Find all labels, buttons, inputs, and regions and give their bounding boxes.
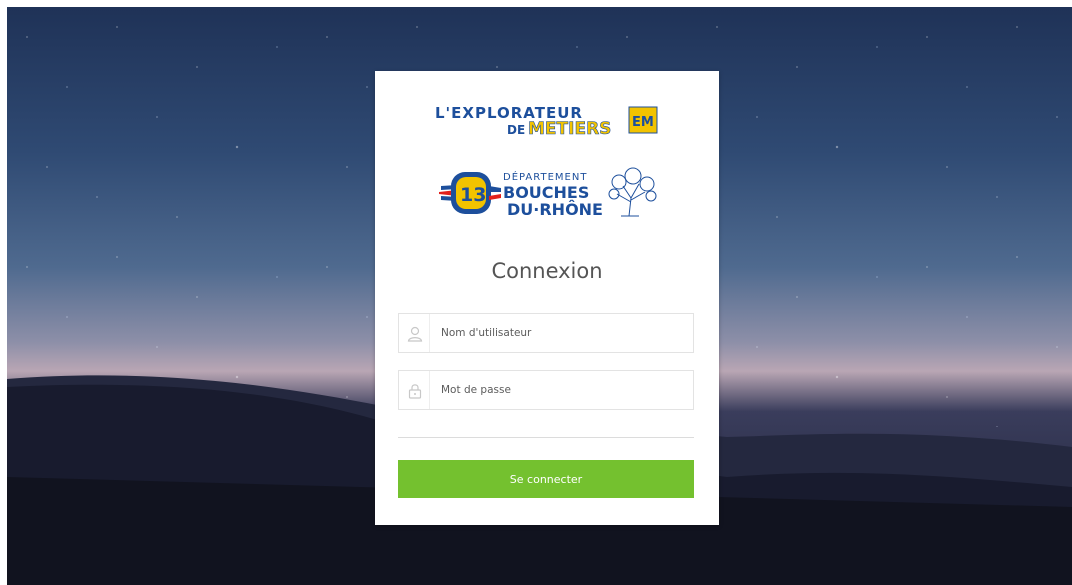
page-title: Connexion	[491, 259, 603, 283]
field-separator	[429, 314, 430, 352]
user-icon	[407, 326, 423, 342]
lock-icon	[408, 384, 422, 399]
field-separator	[429, 371, 430, 409]
logo-line2-prefix: DE	[507, 123, 525, 137]
password-field[interactable]	[398, 370, 694, 410]
department-number: 13	[460, 184, 486, 206]
username-input[interactable]	[441, 323, 681, 343]
login-card: L'EXPLORATEUR DE METIERS EM 13 DÉPARTEME…	[375, 71, 719, 525]
bouches-du-rhone-logo: 13 DÉPARTEMENT BOUCHES DU·RHÔNE	[439, 167, 657, 219]
logo-line2: METIERS	[528, 119, 611, 137]
password-input[interactable]	[441, 380, 681, 400]
logo-badge-text: EM	[632, 115, 654, 130]
login-button[interactable]: Se connecter	[398, 460, 694, 498]
olive-tree-icon	[608, 167, 657, 217]
username-field[interactable]	[398, 313, 694, 353]
department-label: DÉPARTEMENT	[503, 170, 587, 183]
form-divider	[398, 437, 694, 438]
department-name-line2: DU·RHÔNE	[507, 200, 603, 219]
department-13-emblem: 13	[439, 172, 501, 214]
explorateur-metiers-logo: L'EXPLORATEUR DE METIERS EM	[435, 104, 658, 137]
